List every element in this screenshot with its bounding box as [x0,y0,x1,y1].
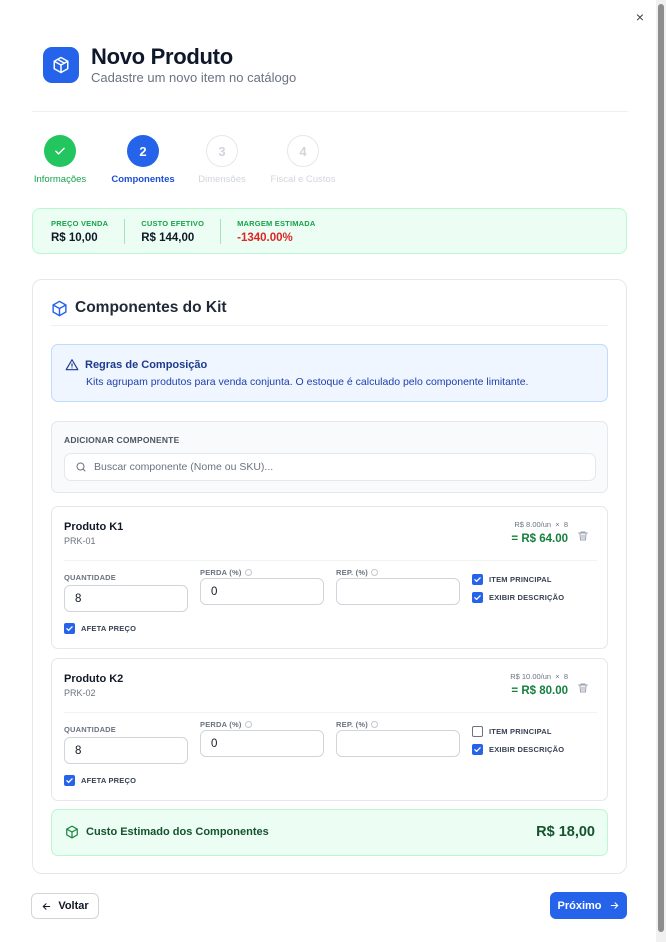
quantity-input[interactable] [64,585,188,612]
modal-header: Novo Produto Cadastre um novo item no ca… [43,45,296,85]
composition-rules-alert: Regras de Composição Kits agrupam produt… [51,344,608,402]
warning-icon [65,359,79,371]
rep-input[interactable] [336,730,460,757]
loss-label: PERDA (%) [200,568,252,577]
rep-label: REP. (%) [336,568,378,577]
box-icon [43,47,79,83]
search-input[interactable] [94,461,574,473]
checkbox-checked-icon [64,775,75,786]
quantity-input[interactable] [64,737,188,764]
summary-margem-estimada: MARGEM ESTIMADA -1340.00% [237,218,316,244]
component-sku: PRK-01 [64,536,96,546]
info-icon [370,721,378,728]
check-icon [44,135,76,167]
close-icon[interactable]: × [636,10,644,24]
step-label: Fiscal e Custos [270,174,336,185]
show-description-checkbox[interactable]: EXIBIR DESCRIÇÃO [472,744,564,755]
show-description-checkbox[interactable]: EXIBIR DESCRIÇÃO [472,592,564,603]
summary-custo-efetivo: CUSTO EFETIVO R$ 144,00 [141,218,222,244]
loss-label: PERDA (%) [200,720,252,729]
rep-label: REP. (%) [336,720,378,729]
component-divider [64,712,597,713]
step-fiscal-custos[interactable]: 4 Fiscal e Custos [263,135,343,185]
add-component-panel: ADICIONAR COMPONENTE [51,421,608,493]
checkbox-unchecked-icon [472,726,483,737]
loss-input[interactable] [200,578,324,605]
checkbox-checked-icon [64,623,75,634]
cost-value: R$ 18,00 [536,824,595,840]
rep-input[interactable] [336,578,460,605]
add-component-label: ADICIONAR COMPONENTE [64,435,180,445]
price-summary-bar: PREÇO VENDA R$ 10,00 CUSTO EFETIVO R$ 14… [32,208,627,254]
main-item-checkbox[interactable]: ITEM PRINCIPAL [472,574,552,585]
affects-price-checkbox[interactable]: AFETA PREÇO [64,775,136,786]
component-total: = R$ 80.00 [511,685,568,697]
checkbox-checked-icon [472,592,483,603]
step-dimensoes[interactable]: 3 Dimensões [182,135,262,185]
scrollbar-thumb[interactable] [658,4,664,932]
unit-price: R$ 10.00/un × 8 [510,672,568,681]
affects-price-checkbox[interactable]: AFETA PREÇO [64,623,136,634]
arrow-right-icon [610,902,618,909]
unit-price: R$ 8.00/un × 8 [514,520,568,529]
rules-text: Kits agrupam produtos para venda conjunt… [86,376,529,388]
info-icon [244,569,252,576]
kit-components-card: Componentes do Kit Regras de Composição … [32,279,627,874]
step-informacoes[interactable]: Informações [20,135,100,185]
quantity-label: QUANTIDADE [64,573,116,582]
trash-icon[interactable] [577,681,589,699]
package-icon [66,825,78,839]
step-number: 4 [287,135,319,167]
scrollbar[interactable] [656,0,666,942]
quantity-label: QUANTIDADE [64,725,116,734]
step-label: Componentes [111,174,175,185]
component-card-k2: Produto K2 PRK-02 R$ 10.00/un × 8 = R$ 8… [51,658,608,801]
info-icon [244,721,252,728]
stepper: Informações 2 Componentes 3 Dimensões 4 … [32,135,352,185]
step-number: 2 [127,135,159,167]
step-label: Dimensões [198,174,246,185]
loss-input[interactable] [200,730,324,757]
component-divider [64,560,597,561]
page-subtitle: Cadastre um novo item no catálogo [91,70,297,85]
arrow-left-icon [43,902,51,910]
package-icon [52,300,67,316]
step-number: 3 [206,135,238,167]
header-divider [32,111,628,112]
component-card-k1: Produto K1 PRK-01 R$ 8.00/un × 8 = R$ 64… [51,506,608,649]
estimated-cost-bar: Custo Estimado dos Componentes R$ 18,00 [51,809,608,856]
search-icon [76,462,86,472]
card-title: Componentes do Kit [51,299,227,317]
component-sku: PRK-02 [64,688,96,698]
card-divider [51,325,608,326]
trash-icon[interactable] [577,529,589,547]
component-total: = R$ 64.00 [511,533,568,545]
back-button[interactable]: Voltar [31,893,99,919]
cost-label: Custo Estimado dos Componentes [86,826,269,838]
search-field[interactable] [64,453,596,481]
checkbox-checked-icon [472,574,483,585]
component-name: Produto K2 [64,673,124,685]
next-button[interactable]: Próximo [550,892,627,919]
info-icon [370,569,378,576]
step-label: Informações [33,174,87,185]
checkbox-checked-icon [472,744,483,755]
step-componentes[interactable]: 2 Componentes [103,135,183,185]
component-name: Produto K1 [64,521,124,533]
main-item-checkbox[interactable]: ITEM PRINCIPAL [472,726,552,737]
summary-preco-venda: PREÇO VENDA R$ 10,00 [51,218,126,244]
page-title: Novo Produto [91,44,233,69]
